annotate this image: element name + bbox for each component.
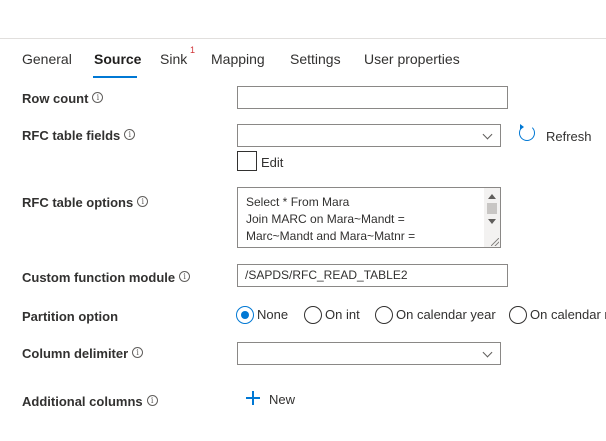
- radio-dot: [241, 311, 249, 319]
- tab-source[interactable]: Source: [94, 51, 141, 67]
- info-icon[interactable]: i: [137, 196, 149, 207]
- custom-function-module-label: Custom function module i: [22, 270, 191, 285]
- refresh-label: Refresh: [546, 129, 592, 144]
- scroll-thumb[interactable]: [487, 203, 497, 214]
- radio-label: On calendar m: [530, 307, 606, 322]
- rfc-table-fields-dropdown[interactable]: [237, 124, 501, 147]
- info-icon[interactable]: i: [92, 92, 104, 103]
- column-delimiter-label: Column delimiter i: [22, 346, 144, 361]
- refresh-arrow: [520, 124, 524, 130]
- tab-user-properties[interactable]: User properties: [364, 51, 460, 67]
- text-line: Select * From Mara: [246, 195, 350, 209]
- top-pane: [0, 0, 606, 38]
- row-count-label: Row count i: [22, 91, 104, 106]
- chevron-down-icon: [482, 129, 493, 140]
- resize-handle-icon[interactable]: [491, 238, 499, 246]
- tab-sink[interactable]: Sink: [160, 51, 187, 67]
- info-icon[interactable]: i: [146, 395, 158, 406]
- info-icon[interactable]: i: [179, 271, 191, 282]
- rfc-table-options-text: Select * From Mara Join MARC on Mara~Man…: [246, 194, 482, 245]
- radio-circle: [304, 306, 322, 324]
- radio-circle: [236, 306, 254, 324]
- column-delimiter-dropdown[interactable]: [237, 342, 501, 365]
- tab-bar: General Source Sink Mapping Settings Use…: [0, 39, 606, 79]
- edit-checkbox-label: Edit: [261, 155, 284, 170]
- radio-circle: [509, 306, 527, 324]
- partition-option-radio-group: None On int On calendar year On calendar…: [236, 306, 606, 326]
- tab-settings[interactable]: Settings: [290, 51, 341, 67]
- new-label: New: [269, 392, 296, 407]
- text-line: Join MARC on Mara~Mandt =: [246, 212, 405, 226]
- scroll-down-icon[interactable]: [488, 219, 496, 224]
- info-icon[interactable]: i: [132, 347, 144, 358]
- text-line: Marc~Mandt and Mara~Matnr =: [246, 229, 416, 243]
- sink-error-badge: 1: [190, 45, 196, 55]
- radio-label: On int: [325, 307, 360, 322]
- tab-mapping[interactable]: Mapping: [211, 51, 265, 67]
- tab-general[interactable]: General: [22, 51, 72, 67]
- chevron-down-icon: [482, 347, 493, 358]
- scroll-up-icon[interactable]: [488, 194, 496, 199]
- active-tab-indicator: [93, 76, 137, 78]
- radio-label: None: [257, 307, 289, 322]
- custom-function-module-input[interactable]: [237, 264, 508, 287]
- radio-circle: [375, 306, 393, 324]
- radio-label: On calendar year: [396, 307, 496, 322]
- edit-checkbox[interactable]: [237, 151, 257, 171]
- additional-columns-label: Additional columns i: [22, 394, 158, 409]
- partition-option-label: Partition option: [22, 309, 119, 324]
- rfc-table-options-textarea[interactable]: Select * From Mara Join MARC on Mara~Man…: [237, 187, 501, 248]
- info-icon[interactable]: i: [124, 129, 136, 140]
- plus-icon: [246, 391, 260, 405]
- rfc-table-options-label: RFC table options i: [22, 195, 149, 210]
- rfc-table-fields-label: RFC table fields i: [22, 128, 136, 143]
- row-count-input[interactable]: [237, 86, 508, 109]
